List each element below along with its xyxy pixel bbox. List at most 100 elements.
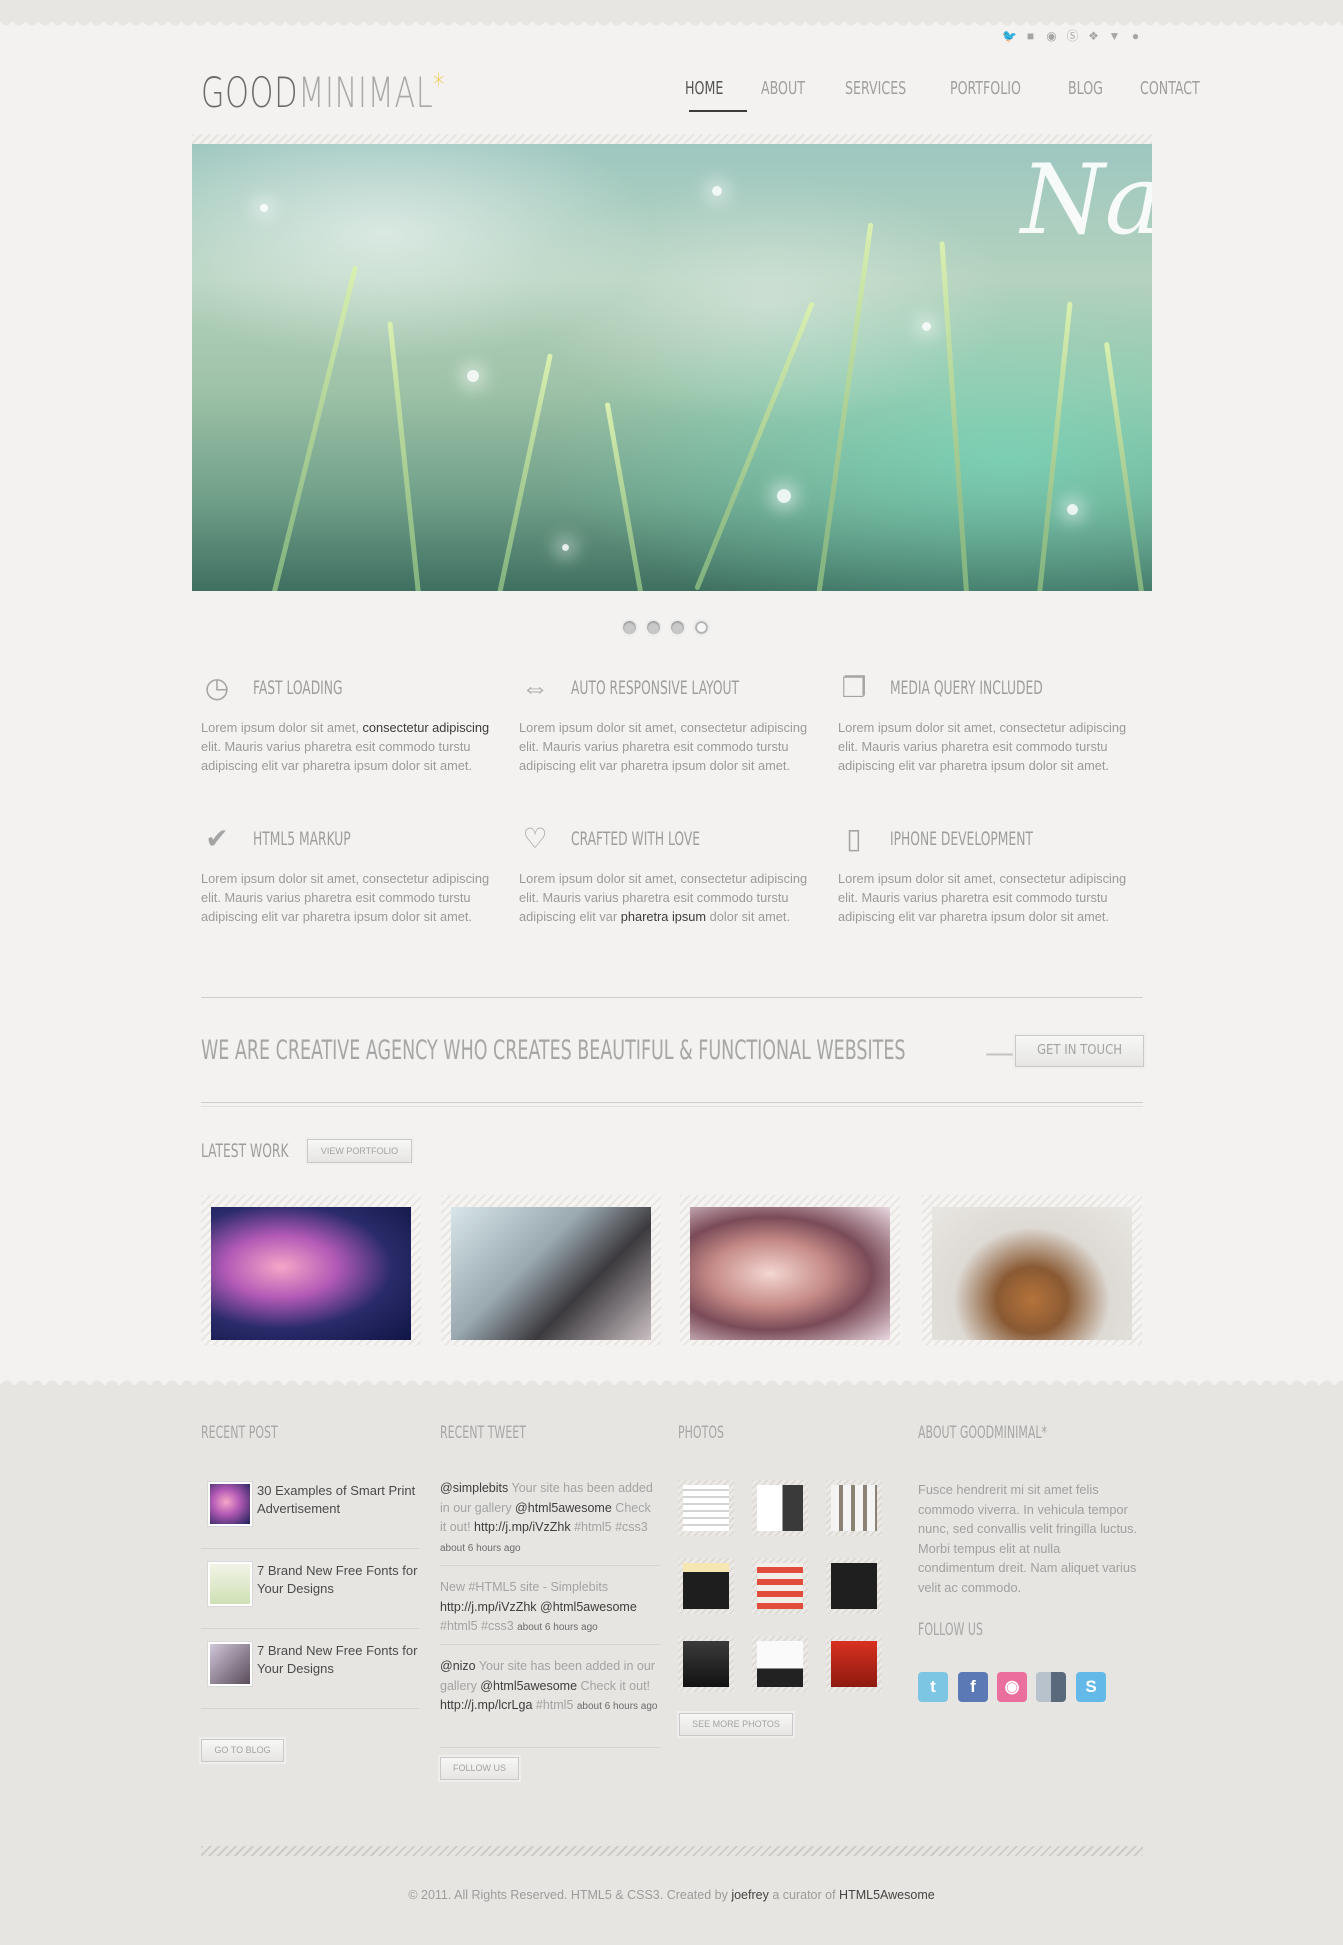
vimeo-icon[interactable]: ▼ xyxy=(1107,29,1122,44)
feature-title: FAST LOADING xyxy=(253,677,343,699)
twitter-icon[interactable]: t xyxy=(918,1672,948,1702)
nav-services[interactable]: SERVICES xyxy=(845,78,906,99)
follow-us-button[interactable]: FOLLOW US xyxy=(440,1757,519,1780)
nav-about[interactable]: ABOUT xyxy=(761,78,805,99)
portfolio-item[interactable] xyxy=(441,1195,661,1345)
recent-tweet-title: RECENT TWEET xyxy=(440,1423,526,1443)
tweet-item: @simplebits Your site has been added in … xyxy=(440,1479,660,1566)
tweet-link[interactable]: http://j.mp/iVzZhk @html5awesome xyxy=(440,1600,637,1614)
logo-good: GOOD xyxy=(201,68,299,117)
skype-icon[interactable]: Ⓢ xyxy=(1065,29,1080,44)
feature-title: HTML5 MARKUP xyxy=(253,828,351,850)
tweet-link[interactable]: http://j.mp/iVzZhk xyxy=(474,1520,571,1534)
nav-blog[interactable]: BLOG xyxy=(1068,78,1103,99)
feature-highlight[interactable]: pharetra ipsum xyxy=(621,909,706,924)
slider-dot[interactable] xyxy=(669,619,686,636)
recent-post-item[interactable]: 7 Brand New Free Fonts for Your Designs xyxy=(201,1630,419,1709)
tweet-item: New #HTML5 site - Simplebits http://j.mp… xyxy=(440,1578,660,1645)
portfolio-item[interactable] xyxy=(922,1195,1142,1345)
feature-highlight[interactable]: consectetur adipiscing xyxy=(362,720,489,735)
feature-text: Lorem ipsum dolor sit amet, consectetur … xyxy=(838,871,1127,924)
hero-top-stripe xyxy=(192,134,1152,144)
photo-thumb[interactable] xyxy=(826,1480,882,1536)
site-logo[interactable]: GOODMINIMAL* xyxy=(201,68,445,117)
post-title[interactable]: 7 Brand New Free Fonts for Your Designs xyxy=(257,1642,427,1678)
heart-icon: ♡ xyxy=(522,823,548,854)
photo-thumb[interactable] xyxy=(678,1480,734,1536)
recent-post-item[interactable]: 7 Brand New Free Fonts for Your Designs xyxy=(201,1550,419,1629)
photo-thumb[interactable] xyxy=(752,1480,808,1536)
main-nav: HOME ABOUT SERVICES PORTFOLIO BLOG CONTA… xyxy=(685,78,1243,99)
slider-pagination xyxy=(621,619,710,636)
myspace-icon[interactable]: ● xyxy=(1128,29,1143,44)
about-title: ABOUT GOODMINIMAL* xyxy=(918,1423,1048,1443)
footer-stripe xyxy=(201,1846,1143,1856)
feature-text: Lorem ipsum dolor sit amet, consectetur … xyxy=(519,720,808,773)
tweet-user[interactable]: @simplebits xyxy=(440,1481,508,1495)
divider xyxy=(201,1102,1143,1107)
latest-work-title: LATEST WORK xyxy=(201,1140,289,1162)
flickr-icon[interactable]: ■ xyxy=(1023,29,1038,44)
recent-post-item[interactable]: 30 Examples of Smart Print Advertisement xyxy=(201,1470,419,1549)
photo-thumb[interactable] xyxy=(826,1636,882,1692)
dropbox-icon[interactable]: ❖ xyxy=(1086,29,1101,44)
get-in-touch-button[interactable]: GET IN TOUCH xyxy=(1015,1035,1144,1067)
portfolio-item[interactable] xyxy=(680,1195,900,1345)
nav-home[interactable]: HOME xyxy=(685,78,723,99)
photo-thumb[interactable] xyxy=(678,1636,734,1692)
header-social-links: 🐦 ■ ◉ Ⓢ ❖ ▼ ● xyxy=(1002,29,1143,44)
clock-icon: ◷ xyxy=(204,672,230,703)
check-icon: ✔ xyxy=(205,823,229,854)
view-portfolio-button[interactable]: VIEW PORTFOLIO xyxy=(307,1139,412,1163)
twitter-icon[interactable]: 🐦 xyxy=(1002,29,1017,44)
slider-dot[interactable] xyxy=(645,619,662,636)
feature-title: IPHONE DEVELOPMENT xyxy=(890,828,1033,850)
agency-callout: WE ARE CREATIVE AGENCY WHO CREATES BEAUT… xyxy=(201,1035,906,1066)
divider xyxy=(201,997,1143,998)
iphone-icon: ▯ xyxy=(846,823,862,854)
dribbble-icon[interactable]: ◉ xyxy=(997,1672,1027,1702)
skype-icon[interactable]: S xyxy=(1076,1672,1106,1702)
facebook-icon[interactable]: f xyxy=(958,1672,988,1702)
photo-thumb[interactable] xyxy=(678,1558,734,1614)
photo-thumb[interactable] xyxy=(752,1636,808,1692)
tweet-item: @nizo Your site has been added in our ga… xyxy=(440,1657,660,1748)
tweet-user[interactable]: @nizo xyxy=(440,1659,476,1673)
author-link[interactable]: joefrey xyxy=(731,1888,769,1902)
tweet-link[interactable]: http://j.mp/lcrLga xyxy=(440,1698,532,1712)
slider-dot-active[interactable] xyxy=(693,619,710,636)
feature-text: Lorem ipsum dolor sit amet, consectetur … xyxy=(519,871,808,924)
photo-thumb[interactable] xyxy=(826,1558,882,1614)
dribbble-icon[interactable]: ◉ xyxy=(1044,29,1059,44)
logo-minimal: MINIMAL xyxy=(298,68,434,117)
go-to-blog-button[interactable]: GO TO BLOG xyxy=(201,1739,284,1762)
photo-thumb[interactable] xyxy=(752,1558,808,1614)
tweet-time: about 6 hours ago xyxy=(440,1542,521,1554)
delicious-icon[interactable] xyxy=(1036,1672,1066,1702)
slider-dot[interactable] xyxy=(621,619,638,636)
feature-title: AUTO RESPONSIVE LAYOUT xyxy=(571,677,740,699)
tweet-mention[interactable]: @html5awesome xyxy=(480,1679,577,1693)
post-title[interactable]: 7 Brand New Free Fonts for Your Designs xyxy=(257,1562,427,1598)
copyright: © 2011. All Rights Reserved. HTML5 & CSS… xyxy=(408,1888,935,1902)
windows-icon: ❐ xyxy=(841,672,867,703)
site-link[interactable]: HTML5Awesome xyxy=(839,1888,935,1902)
nav-contact[interactable]: CONTACT xyxy=(1140,78,1200,99)
feature-text: Lorem ipsum dolor sit amet, consectetur … xyxy=(838,720,1127,773)
arrows-icon: ⇔ xyxy=(521,672,549,703)
nav-active-underline xyxy=(689,110,747,112)
tweet-time: about 6 hours ago xyxy=(576,1701,658,1712)
post-title[interactable]: 30 Examples of Smart Print Advertisement xyxy=(257,1482,427,1518)
portfolio-item[interactable] xyxy=(201,1195,421,1345)
photos-title: PHOTOS xyxy=(678,1423,724,1443)
follow-us-title: FOLLOW US xyxy=(918,1620,983,1640)
hero-script-text: Na xyxy=(1020,144,1152,256)
tweet-mention[interactable]: @html5awesome xyxy=(515,1501,612,1515)
see-more-photos-button[interactable]: SEE MORE PHOTOS xyxy=(679,1713,793,1736)
nav-portfolio[interactable]: PORTFOLIO xyxy=(950,78,1021,99)
hero-slider-image[interactable]: Na xyxy=(192,144,1152,591)
feature-text: Lorem ipsum dolor sit amet, consectetur … xyxy=(201,871,490,924)
recent-post-title: RECENT POST xyxy=(201,1423,278,1443)
about-text: Fusce hendrerit mi sit amet felis commod… xyxy=(918,1482,1138,1595)
logo-star: * xyxy=(433,68,445,103)
